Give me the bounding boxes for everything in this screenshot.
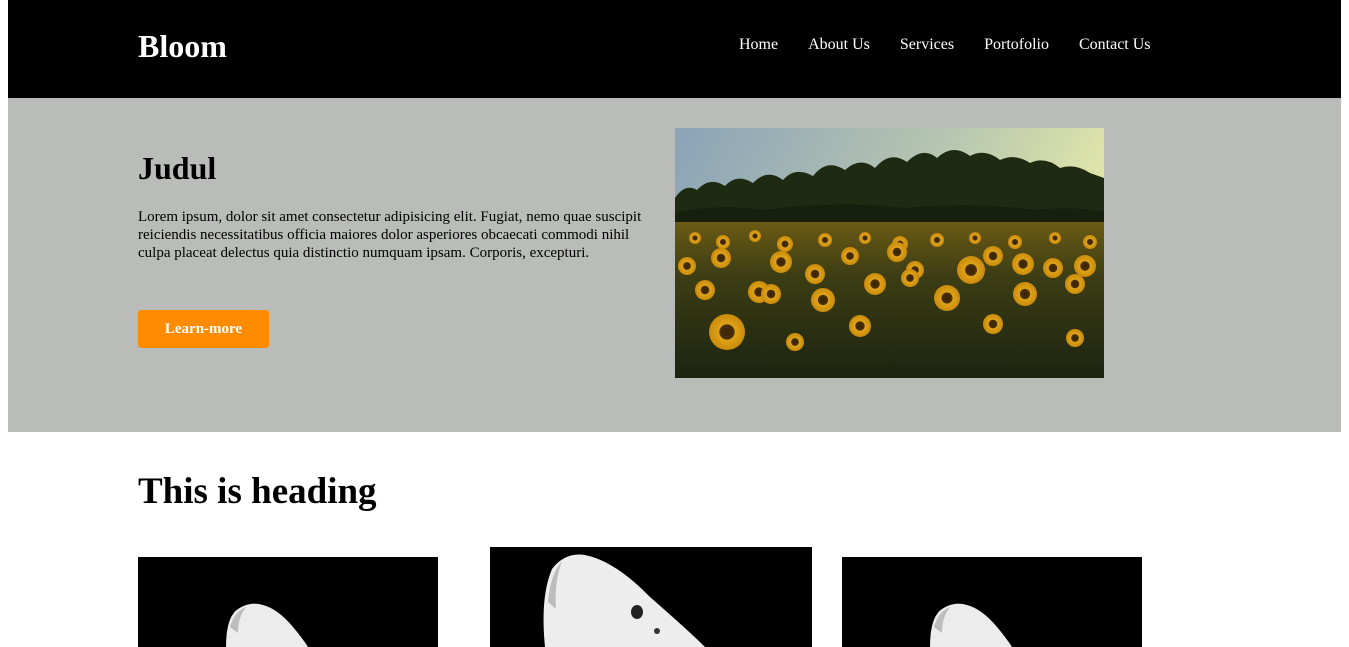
card-image-2 [490,547,812,647]
card-image-3 [842,557,1142,647]
nav-contact-us[interactable]: Contact Us [1079,35,1151,55]
nav-services[interactable]: Services [900,35,954,55]
navbar: Bloom Home About Us Services Portofolio … [8,0,1341,98]
nav-about-us[interactable]: About Us [808,35,870,55]
sunflower-field-image [675,128,1104,378]
hero-title: Judul [138,150,217,186]
section-heading: This is heading [138,471,377,512]
page: Bloom Home About Us Services Portofolio … [8,0,1341,647]
main-nav: Home About Us Services Portofolio Contac… [739,35,1151,55]
card-image-1 [138,557,438,647]
nav-portofolio[interactable]: Portofolio [984,35,1049,55]
hero-description: Lorem ipsum, dolor sit amet consectetur … [138,209,642,261]
hero-section: Judul Lorem ipsum, dolor sit amet consec… [8,98,1341,432]
learn-more-button[interactable]: Learn-more [138,310,269,348]
nav-home[interactable]: Home [739,35,778,55]
logo[interactable]: Bloom [138,26,227,66]
